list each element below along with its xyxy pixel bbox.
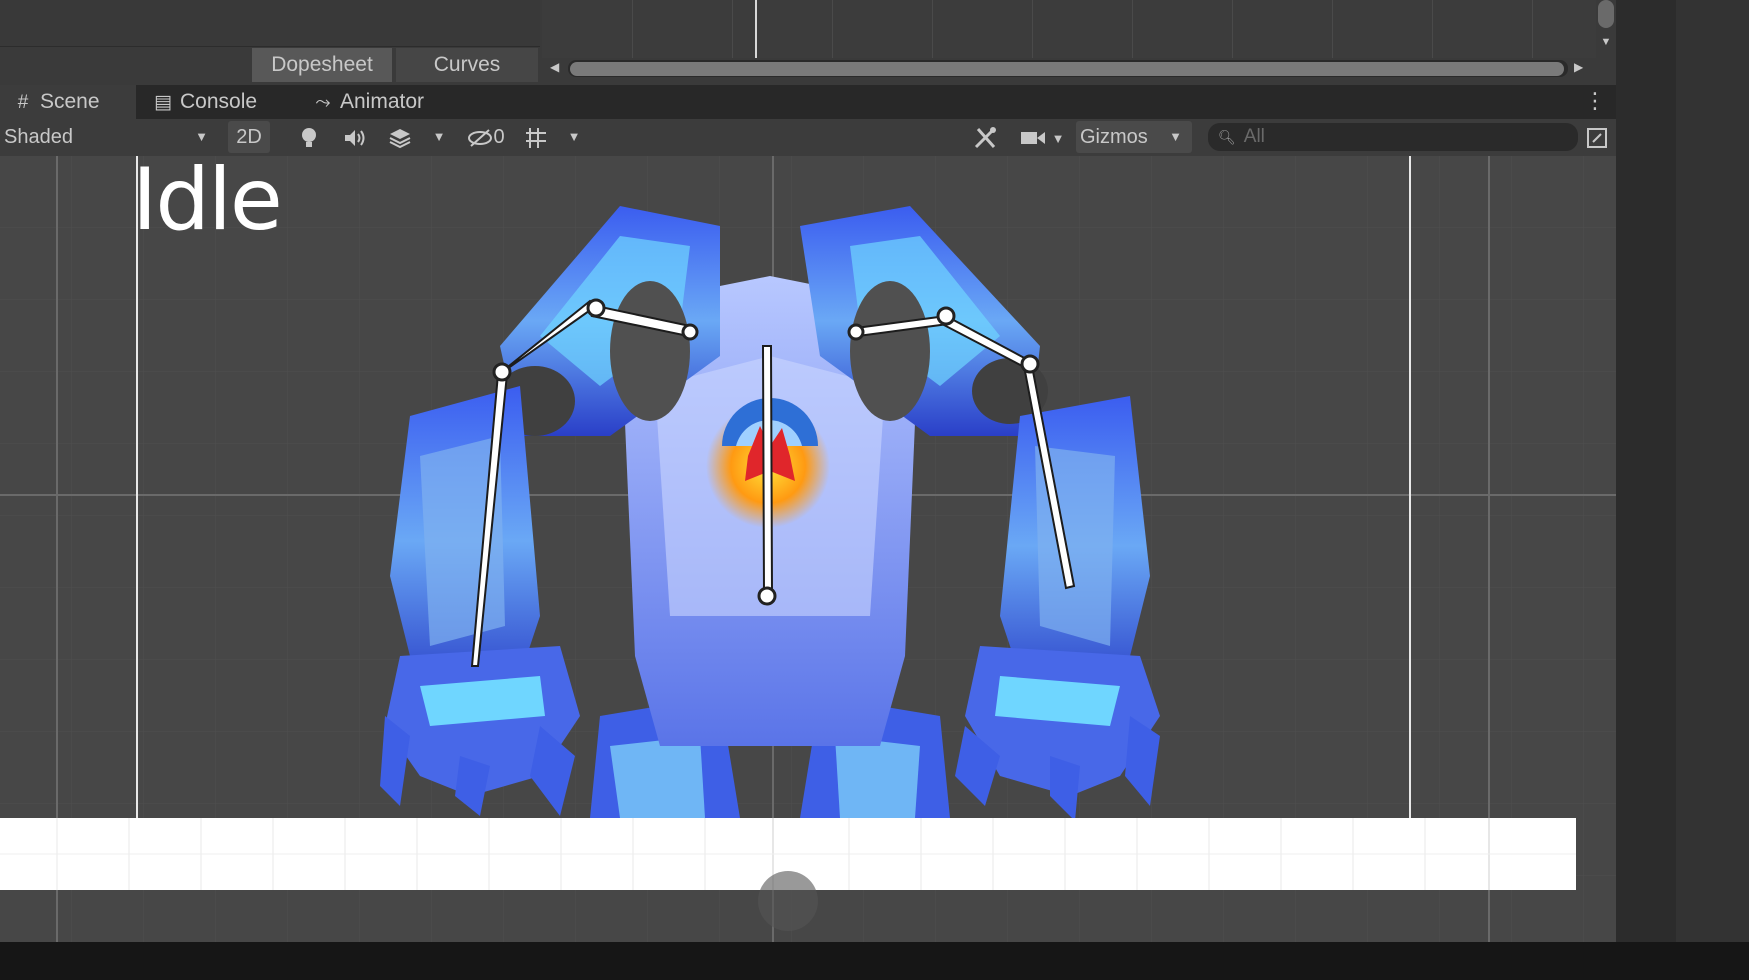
effects-toggle[interactable] bbox=[378, 121, 422, 153]
draw-mode-value: Shaded bbox=[4, 126, 73, 148]
scroll-left-arrow-icon[interactable]: ◀ bbox=[550, 60, 564, 76]
console-icon: ▤ bbox=[154, 92, 172, 113]
scene-canvas[interactable] bbox=[0, 156, 1616, 942]
lightbulb-icon bbox=[302, 127, 316, 147]
chevron-down-icon: ▼ bbox=[1169, 129, 1182, 144]
search-placeholder: All bbox=[1243, 126, 1265, 147]
lighting-toggle[interactable] bbox=[290, 121, 328, 153]
scene-tools-toggle[interactable] bbox=[966, 121, 1006, 153]
2d-mode-toggle[interactable]: 2D bbox=[228, 121, 270, 153]
tab-scene-label: Scene bbox=[40, 90, 100, 113]
draw-mode-dropdown[interactable]: Shaded ▼ bbox=[4, 121, 214, 153]
effects-dropdown-chevron-icon[interactable]: ▼ bbox=[424, 121, 454, 153]
audio-toggle[interactable] bbox=[336, 121, 374, 153]
hidden-count: 0 bbox=[493, 126, 505, 148]
right-panel-edge bbox=[1616, 0, 1676, 942]
search-icon: 🔍︎ bbox=[1218, 129, 1236, 145]
tab-dopesheet[interactable]: Dopesheet bbox=[252, 48, 392, 82]
right-panel-background bbox=[1676, 0, 1749, 942]
horizontal-scroll-thumb[interactable] bbox=[570, 62, 1564, 76]
animation-properties-panel bbox=[0, 0, 540, 47]
speaker-icon bbox=[345, 129, 365, 146]
animator-icon: ⤳ bbox=[315, 92, 331, 113]
tab-console[interactable]: ▤ Console bbox=[140, 85, 280, 119]
tab-curves[interactable]: Curves bbox=[396, 48, 538, 82]
panel-menu-kebab-icon[interactable]: ⋮ bbox=[1584, 88, 1606, 114]
grid-dropdown-chevron-icon[interactable]: ▼ bbox=[556, 121, 592, 153]
tab-scene[interactable]: # Scene bbox=[0, 85, 136, 119]
animation-state-label: Idle bbox=[132, 150, 283, 250]
scene-search-input[interactable]: 🔍︎ All bbox=[1208, 123, 1578, 151]
tools-icon bbox=[974, 126, 996, 148]
gizmos-label: Gizmos bbox=[1080, 126, 1148, 148]
tab-console-label: Console bbox=[180, 90, 258, 113]
tab-animator[interactable]: ⤳ Animator bbox=[300, 85, 450, 119]
effects-layers-icon bbox=[389, 128, 411, 148]
scene-grid-icon: # bbox=[17, 92, 29, 113]
grid-snap-icon bbox=[526, 127, 546, 148]
camera-settings-dropdown[interactable]: ▼ bbox=[1012, 121, 1072, 153]
vertical-scroll-thumb[interactable] bbox=[1598, 0, 1614, 28]
scene-visibility-toggle[interactable]: 0 bbox=[458, 121, 514, 153]
timeline-playhead[interactable] bbox=[755, 0, 757, 58]
timeline-track-area[interactable] bbox=[542, 0, 1616, 58]
scroll-down-arrow-icon[interactable]: ▼ bbox=[1597, 36, 1615, 50]
bottom-status-bar bbox=[0, 942, 1749, 980]
scroll-right-arrow-icon[interactable]: ▶ bbox=[1574, 60, 1588, 76]
scene-viewport[interactable] bbox=[0, 156, 1616, 942]
eye-slash-icon bbox=[468, 128, 493, 147]
gizmos-dropdown[interactable]: Gizmos ▼ bbox=[1076, 121, 1192, 153]
tab-animator-label: Animator bbox=[340, 90, 425, 113]
maximize-view-button[interactable] bbox=[1580, 121, 1614, 153]
chevron-down-icon: ▼ bbox=[195, 129, 208, 144]
grid-toggle[interactable] bbox=[518, 121, 554, 153]
maximize-icon bbox=[1587, 127, 1607, 148]
camera-icon bbox=[1020, 131, 1045, 144]
pivot-handle[interactable] bbox=[758, 871, 818, 931]
chevron-down-icon: ▼ bbox=[1051, 131, 1065, 146]
